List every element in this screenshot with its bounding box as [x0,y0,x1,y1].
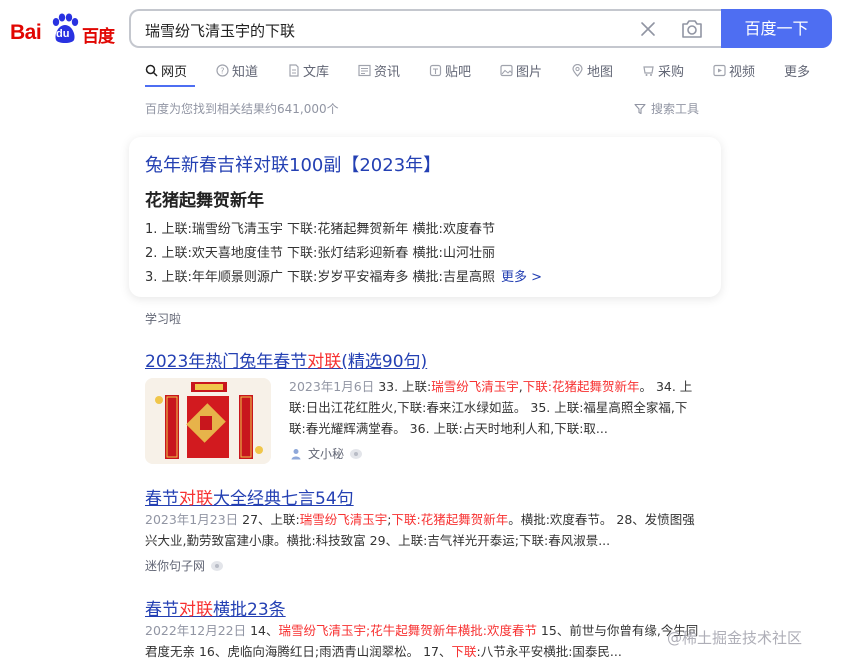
baidu-logo[interactable]: Bai du 百度 [10,10,116,50]
snippet-highlight: 下联 [451,644,477,659]
watermark: @稀土掘金技术社区 [667,629,803,647]
snippet-text: 。横批:欢度春节。 28、发愤图强 [508,512,695,527]
tab-wenku[interactable]: 文库 [288,61,329,80]
tab-label: 更多 [784,65,811,80]
source-name: 文小秘 [308,447,345,461]
tab-label: 网页 [161,65,188,80]
logo-text-bai: Bai [10,21,42,44]
doc-icon [289,64,299,77]
snippet-highlight: 瑞雪纷飞清玉宇;花牛起舞贺新年横批:欢度春节 [278,623,537,638]
title-highlight: 对联 [179,489,213,509]
result-thumbnail[interactable] [145,378,271,464]
title-text: 2023年热门兔年春节 [145,352,308,372]
image-icon [500,64,513,77]
result-snippet: 2022年12月22日 14、瑞雪纷飞清玉宇;花牛起舞贺新年横批:欢度春节 15… [145,620,715,662]
person-icon [291,448,301,459]
tab-label: 知道 [232,65,259,80]
couplet-image [145,378,271,464]
source-name: 迷你句子网 [145,559,206,573]
tab-label: 视频 [729,65,756,80]
snippet-text: 。 34. 上 [639,379,693,394]
tab-more[interactable]: 更多 [784,61,810,80]
snippet-text: 君度无亲 16、虎临向海腾红日;雨洒青山润翠松。 17、 [145,644,452,659]
card-title[interactable]: 兔年新春吉祥对联100副【2023年】 [145,151,441,177]
result-title[interactable]: 春节对联横批23条 [145,595,286,620]
snippet-text: 14、 [246,623,279,638]
news-icon [358,64,371,77]
tab-zhidao[interactable]: ? 知道 [216,61,258,80]
active-tab-indicator [145,85,195,87]
result-date: 2022年12月22日 [145,623,247,638]
map-icon [572,64,583,77]
tab-news[interactable]: 资讯 [358,61,400,80]
snippet-highlight: 下联:花猪起舞贺新年 [522,379,640,394]
tab-label: 资讯 [374,65,401,80]
search-icon [145,64,158,77]
result-title[interactable]: 2023年热门兔年春节对联(精选90句) [145,347,427,372]
card-source[interactable]: 学习啦 [145,310,181,327]
title-text: 横批23条 [213,600,286,620]
title-text: (精选90句) [341,352,428,372]
title-highlight: 对联 [179,600,213,620]
tab-web[interactable]: 网页 [145,61,187,80]
logo-text-du: du [56,28,70,40]
card-subtitle: 花猪起舞贺新年 [145,191,264,211]
camera-icon[interactable] [680,18,704,40]
title-text: 大全经典七言54句 [213,489,354,509]
title-text: 春节 [145,600,179,620]
card-line: 1. 上联:瑞雪纷飞清玉宇 下联:花猪起舞贺新年 横批:欢度春节 [145,222,495,237]
search-button[interactable]: 百度一下 [721,9,832,48]
card-line: 2. 上联:欢天喜地度佳节 下联:张灯结彩迎新春 横批:山河壮丽 [145,246,495,261]
card-more-link[interactable]: 更多 > [501,270,542,285]
title-highlight: 对联 [307,352,342,372]
snippet-line: 联:春光耀辉满堂春。 36. 上联:占天时地利人和,下联:取... [289,421,608,436]
verified-icon [350,448,363,459]
close-icon[interactable] [638,19,658,39]
question-icon: ? [216,64,229,77]
tab-label: 文库 [303,65,330,80]
snippet-highlight: 瑞雪纷飞清玉宇 [431,379,519,394]
logo-text-cn: 百度 [82,27,115,47]
result-snippet: 2023年1月6日 33. 上联:瑞雪纷飞清玉宇,下联:花猪起舞贺新年。 34.… [289,376,709,439]
snippet-text: :八节永平安横批:国泰民... [476,644,622,659]
verified-icon [211,560,224,571]
video-icon [713,64,726,77]
card-line: 3. 上联:年年顺景则源广 下联:岁岁平安福寿多 横批:吉星高照 更多 > [145,266,542,285]
filter-icon [634,103,646,114]
tab-tieba[interactable]: 贴吧 [429,61,471,80]
search-tools-label: 搜索工具 [651,102,700,116]
title-text: 春节 [145,489,179,509]
tab-images[interactable]: 图片 [500,61,542,80]
purchase-icon [643,66,654,76]
featured-answer-card: 兔年新春吉祥对联100副【2023年】 花猪起舞贺新年 1. 上联:瑞雪纷飞清玉… [129,137,721,297]
search-tools-button[interactable]: 搜索工具 [634,100,699,117]
result-snippet: 2023年1月23日 27、上联:瑞雪纷飞清玉宇;下联:花猪起舞贺新年。横批:欢… [145,509,715,551]
search-input[interactable]: 瑞雪纷飞清玉宇的下联 [129,9,721,48]
tab-map[interactable]: 地图 [571,61,613,80]
snippet-line: 兴大业,勤劳致富建小康。横批:科技致富 29、上联:吉气祥光开泰运;下联:春风淑… [145,533,611,548]
result-source[interactable]: 文小秘 [290,445,363,462]
tab-label: 贴吧 [445,65,472,80]
result-source[interactable]: 迷你句子网 [145,557,224,574]
tab-label: 图片 [516,65,543,80]
tab-purchase[interactable]: 采购 [642,61,684,80]
tieba-icon [429,64,442,77]
tab-label: 地图 [587,65,614,80]
snippet-line: 联:日出江花红胜火,下联:春来江水绿如蓝。 35. 上联:福星高照全家福,下 [289,400,688,415]
tab-label: 采购 [658,65,685,80]
snippet-text: 33. 上联: [374,379,432,394]
result-date: 2023年1月6日 [289,379,375,394]
svg-text:?: ? [220,67,224,76]
snippet-highlight: 下联:花猪起舞贺新年 [391,512,509,527]
tab-video[interactable]: 视频 [713,61,755,80]
result-date: 2023年1月23日 [145,512,239,527]
card-line-text: 3. 上联:年年顺景则源广 下联:岁岁平安福寿多 横批:吉星高照 [145,270,495,285]
result-count: 百度为您找到相关结果约641,000个 [145,102,339,116]
snippet-text: 27、上联: [238,512,300,527]
snippet-highlight: 瑞雪纷飞清玉宇 [299,512,388,527]
search-query-text: 瑞雪纷飞清玉宇的下联 [145,22,296,40]
result-title[interactable]: 春节对联大全经典七言54句 [145,484,354,509]
